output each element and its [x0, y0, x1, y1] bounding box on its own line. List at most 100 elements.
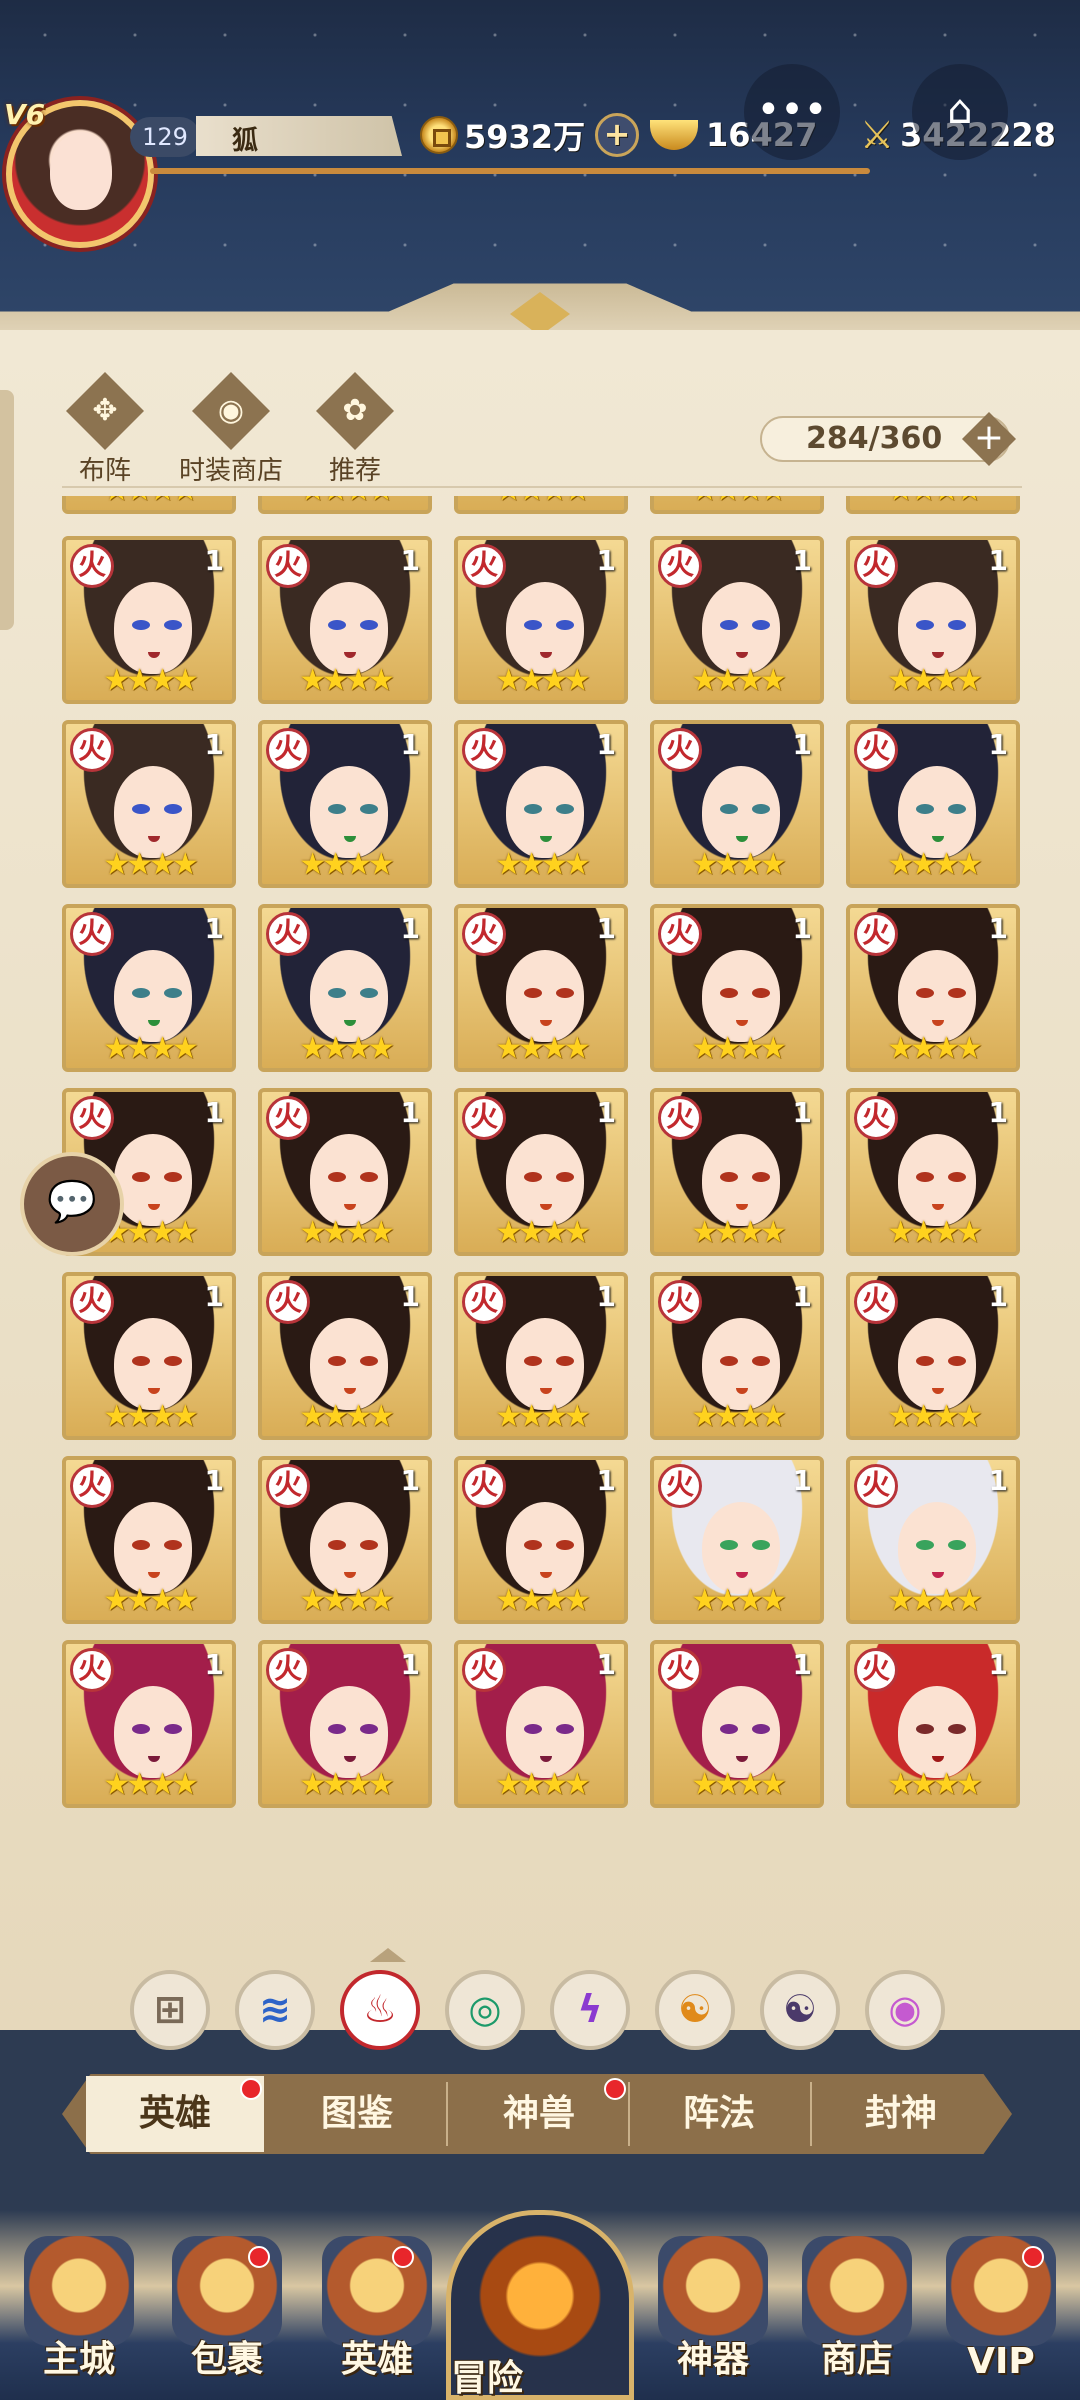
hero-level: 1	[400, 1648, 420, 1681]
fire-element-icon: 火	[854, 1648, 898, 1692]
tab-deification[interactable]: 封神	[812, 2076, 990, 2152]
thunder-filter-button[interactable]: ϟ	[550, 1970, 630, 2050]
light-filter-button[interactable]: ☯	[655, 1970, 735, 2050]
tab-formations[interactable]: 阵法	[630, 2076, 808, 2152]
hero-card[interactable]: 火1★★★★	[650, 1456, 824, 1624]
chat-button[interactable]: 💬	[20, 1152, 124, 1256]
tool-formation[interactable]: ✥ 布阵	[50, 372, 160, 487]
nav-shop[interactable]: 商店	[792, 2236, 922, 2386]
hero-stars: ★★★★	[495, 663, 591, 698]
hero-level: 1	[204, 1280, 224, 1313]
hero-card[interactable]: 火1★★★★	[454, 904, 628, 1072]
hero-stars: ★★★★	[103, 1767, 199, 1802]
tab-divine-beasts[interactable]: 神兽	[450, 2076, 628, 2152]
hero-card[interactable]: 火1★★★★	[258, 904, 432, 1072]
hero-card[interactable]: 火1★★★★	[62, 1456, 236, 1624]
hero-card[interactable]: 火1★★★★	[454, 720, 628, 888]
water-element-icon: ≋	[259, 1987, 291, 2031]
hero-card[interactable]: 火1★★★★	[650, 1088, 824, 1256]
selected-filter-caret	[370, 1948, 406, 1962]
fire-element-icon: 火	[854, 1096, 898, 1140]
fire-element-icon: 火	[70, 1648, 114, 1692]
hero-level: 1	[988, 912, 1008, 945]
hero-card[interactable]: 火1★★★★	[846, 496, 1020, 514]
all-filter-button[interactable]: ⊞	[130, 1970, 210, 2050]
nav-label: 神器	[676, 2339, 749, 2380]
hero-card[interactable]: 火1★★★★	[454, 1456, 628, 1624]
tab-codex[interactable]: 图鉴	[268, 2076, 446, 2152]
fire-element-icon: 火	[266, 1648, 310, 1692]
hero-card[interactable]: 火1★★★★	[258, 536, 432, 704]
hero-card[interactable]: 火1★★★★	[846, 720, 1020, 888]
hero-card[interactable]: 火1★★★★	[846, 1272, 1020, 1440]
hero-card[interactable]: 火1★★★★	[846, 904, 1020, 1072]
tab-heroes[interactable]: 英雄	[86, 2076, 264, 2152]
nav-artifact[interactable]: 神器	[648, 2236, 778, 2386]
hero-card[interactable]: 火1★★★★	[454, 1088, 628, 1256]
hero-card[interactable]: 火1★★★★	[258, 496, 432, 514]
coin-icon	[420, 116, 458, 154]
fire-element-icon: 火	[266, 544, 310, 588]
fire-element-icon: 火	[70, 912, 114, 956]
hero-card[interactable]: 火1★★★★	[650, 720, 824, 888]
hero-stars: ★★★★	[299, 1767, 395, 1802]
hero-card[interactable]: 火1★★★★	[650, 1640, 824, 1808]
hero-card[interactable]: 火1★★★★	[258, 720, 432, 888]
hero-stars: ★★★★	[495, 1399, 591, 1434]
hero-card[interactable]: 火1★★★★	[62, 496, 236, 514]
hero-card[interactable]: 火1★★★★	[454, 1272, 628, 1440]
hero-card[interactable]: 火1★★★★	[258, 1456, 432, 1624]
nav-main-city[interactable]: 主城	[14, 2236, 144, 2386]
hero-stars: ★★★★	[691, 663, 787, 698]
hero-card[interactable]: 火1★★★★	[846, 1456, 1020, 1624]
hero-card[interactable]: 火1★★★★	[846, 536, 1020, 704]
water-filter-button[interactable]: ≋	[235, 1970, 315, 2050]
hero-stars: ★★★★	[299, 663, 395, 698]
tool-fashion-shop[interactable]: ◉ 时装商店	[176, 372, 286, 487]
tool-recommend[interactable]: ✿ 推荐	[300, 372, 410, 487]
hero-stars: ★★★★	[103, 663, 199, 698]
nav-backpack[interactable]: 包裹	[162, 2236, 292, 2386]
hero-card[interactable]: 火1★★★★	[62, 1272, 236, 1440]
home-button[interactable]: ⌂	[912, 64, 1008, 160]
hero-grid-viewport[interactable]: 火 1 ★★★★ 火 1 ★★★★ 火 1 ★★★★ 火 1 ★★★★ 火 1 ★★★★ 火 1 ★★★★ 火 1 ★★…	[0, 496, 1080, 1892]
hero-level: 1	[596, 1648, 616, 1681]
hero-card[interactable]: 火1★★★★	[454, 536, 628, 704]
hero-stars: ★★★★	[887, 663, 983, 698]
hero-card[interactable]: 火1★★★★	[846, 1088, 1020, 1256]
divider	[62, 486, 1022, 488]
nav-vip[interactable]: VIP	[936, 2236, 1066, 2386]
more-menu-button[interactable]: •••	[744, 64, 840, 160]
special-filter-button[interactable]: ◉	[865, 1970, 945, 2050]
fire-element-icon: 火	[658, 1648, 702, 1692]
hero-card[interactable]: 火1★★★★	[62, 1640, 236, 1808]
hero-card[interactable]: 火1★★★★	[258, 1272, 432, 1440]
hero-card[interactable]: 火1★★★★	[454, 496, 628, 514]
dark-filter-button[interactable]: ☯	[760, 1970, 840, 2050]
hero-level: 1	[204, 544, 224, 577]
fire-filter-button[interactable]: ♨	[340, 1970, 420, 2050]
player-name: 狐	[232, 126, 259, 156]
add-coins-button[interactable]: +	[595, 113, 640, 157]
hero-card[interactable]: 火1★★★★	[258, 1088, 432, 1256]
hero-card[interactable]: 火1★★★★	[454, 1640, 628, 1808]
hero-card[interactable]: 火1★★★★	[846, 1640, 1020, 1808]
hero-card[interactable]: 火1★★★★	[650, 1272, 824, 1440]
nav-heroes[interactable]: 英雄	[312, 2236, 442, 2386]
hero-stars: ★★★★	[458, 496, 624, 508]
hero-stars: ★★★★	[691, 1767, 787, 1802]
fire-element-icon: 火	[70, 1464, 114, 1508]
hero-card[interactable]: 火 1 ★★★★	[258, 1640, 432, 1808]
hero-card[interactable]: 火1★★★★	[650, 904, 824, 1072]
hero-card[interactable]: 火1★★★★	[62, 720, 236, 888]
wind-filter-button[interactable]: ◎	[445, 1970, 525, 2050]
nav-adventure[interactable]: 冒险	[446, 2210, 634, 2400]
hero-card[interactable]: 火1★★★★	[62, 904, 236, 1072]
fashion-shop-icon: ◉	[192, 372, 270, 450]
fire-element-icon: 火	[658, 1280, 702, 1324]
hero-card[interactable]: 火1★★★★	[62, 536, 236, 704]
hero-card[interactable]: 火1★★★★	[650, 536, 824, 704]
hero-card[interactable]: 火1★★★★	[650, 496, 824, 514]
dark-element-icon: ☯	[782, 1987, 818, 2031]
gold-ingot-icon	[650, 120, 698, 150]
